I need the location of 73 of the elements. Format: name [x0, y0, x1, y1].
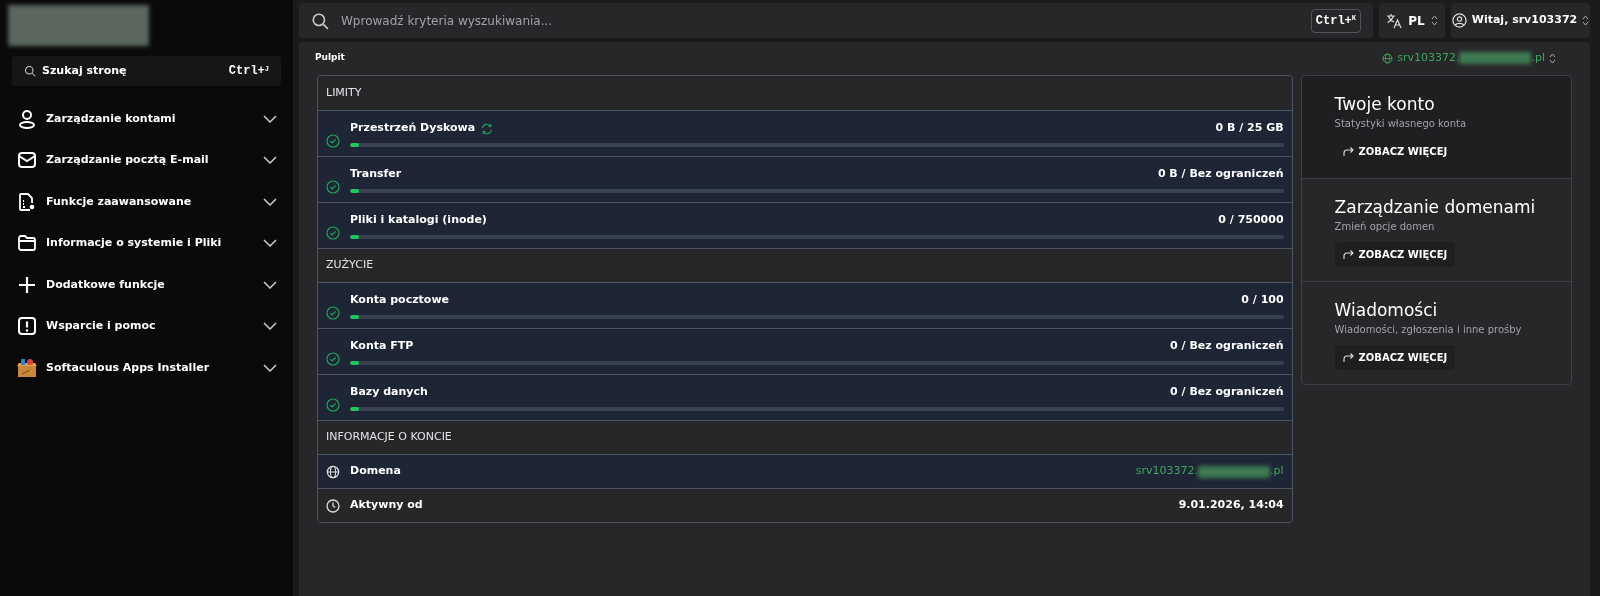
limit-label: Konta pocztowe	[350, 292, 450, 309]
see-more-button[interactable]: ZOBACZ WIĘCEJ	[1334, 345, 1456, 370]
check-circle-icon	[326, 351, 340, 366]
user-icon	[18, 108, 36, 129]
card-subtitle: Wiadomości, zgłoszenia i inne prośby	[1334, 323, 1522, 337]
globe-icon	[1382, 52, 1394, 64]
search-icon	[24, 65, 36, 77]
limit-value: 0 / 750000	[1218, 212, 1284, 229]
section-heading: INFORMACJE O KONCIE	[326, 429, 452, 446]
limit-value: 0 / 100	[1241, 292, 1284, 309]
limit-label: Przestrzeń Dyskowa	[350, 120, 476, 137]
plus-icon	[18, 275, 36, 294]
check-circle-icon	[326, 225, 340, 240]
card-subtitle: Statystyki własnego konta	[1334, 117, 1467, 131]
sidebar-item[interactable]: Dodatkowe funkcje	[12, 264, 281, 306]
limit-label: Bazy danych	[350, 384, 428, 401]
up-down-icon	[1430, 15, 1438, 26]
search-icon	[311, 11, 329, 30]
sidebar-item[interactable]: Informacje o systemie i Pliki	[12, 222, 281, 264]
keyboard-shortcut: Ctrl+$^{K}$	[1315, 12, 1356, 30]
limit-label: Pliki i katalogi (inode)	[350, 212, 487, 229]
user-menu-button[interactable]: Witaj, srv103372	[1451, 3, 1590, 38]
card-subtitle: Zmień opcje domen	[1334, 220, 1435, 234]
search-input[interactable]: Wprowadź kryteria wyszukiwania...	[341, 11, 1299, 30]
share-arrow-icon	[1342, 249, 1354, 260]
card-title: Zarządzanie domenami	[1334, 196, 1536, 218]
user-circle-icon	[1451, 13, 1467, 28]
sidebar-item[interactable]: Softaculous Apps Installer	[12, 347, 281, 389]
sidebar-item[interactable]: Zarządzanie kontami	[12, 98, 281, 140]
check-circle-icon	[326, 179, 340, 194]
share-arrow-icon	[1342, 146, 1354, 157]
limit-value: 0 B / Bez ograniczeń	[1157, 166, 1284, 183]
language-button[interactable]: PL	[1379, 3, 1445, 38]
server-selector[interactable]: srv103372. .pl	[1382, 49, 1556, 67]
keyboard-shortcut: Ctrl+$^{J}$	[228, 63, 269, 80]
alert-icon	[18, 317, 36, 336]
mail-icon	[18, 152, 36, 169]
card-title: Twoje konto	[1334, 93, 1435, 115]
sidebar-item[interactable]: Funkcje zaawansowane	[12, 181, 281, 223]
limit-value: 0 B / 25 GB	[1215, 120, 1284, 137]
document-gear-icon	[18, 192, 36, 211]
toolbox-icon	[16, 357, 38, 378]
check-circle-icon	[326, 133, 340, 148]
translate-icon	[1386, 12, 1403, 29]
limit-value: 0 / Bez ograniczeń	[1170, 338, 1284, 355]
limit-value: 0 / Bez ograniczeń	[1170, 384, 1284, 401]
limit-label: Konta FTP	[350, 338, 414, 355]
check-circle-icon	[326, 397, 340, 412]
section-heading: LIMITY	[326, 84, 362, 101]
domain-text: srv103372.	[1135, 463, 1199, 480]
limit-label: Transfer	[350, 166, 402, 183]
info-value: 9.01.2026, 14:04	[1178, 497, 1284, 514]
domain-text: srv103372.	[1397, 49, 1460, 66]
domain-suffix: .pl	[1270, 463, 1284, 480]
search-field[interactable]: Wprowadź kryteria wyszukiwania... Ctrl+$^{K}$	[299, 3, 1373, 38]
card-title: Wiadomości	[1334, 299, 1438, 321]
check-circle-icon	[326, 305, 340, 320]
domain-suffix: .pl	[1531, 49, 1545, 66]
clock-icon	[326, 498, 340, 513]
sidebar-item[interactable]: Zarządzanie pocztą E-mail	[12, 139, 281, 181]
info-label: Domena	[350, 463, 402, 480]
up-down-icon	[1549, 52, 1556, 64]
info-label: Aktywny od	[350, 497, 424, 514]
section-heading: ZUŻYCIE	[326, 257, 374, 274]
up-down-icon	[1582, 15, 1590, 26]
search-input[interactable]: Szukaj stronę	[42, 62, 223, 80]
globe-icon	[326, 464, 340, 479]
folder-icon	[18, 235, 36, 252]
sidebar-item[interactable]: Wsparcie i pomoc	[12, 305, 281, 347]
search-field[interactable]: Szukaj stronę Ctrl+$^{J}$	[12, 56, 281, 86]
see-more-button[interactable]: ZOBACZ WIĘCEJ	[1334, 242, 1456, 267]
share-arrow-icon	[1342, 352, 1354, 363]
breadcrumb: Pulpit	[315, 51, 345, 65]
